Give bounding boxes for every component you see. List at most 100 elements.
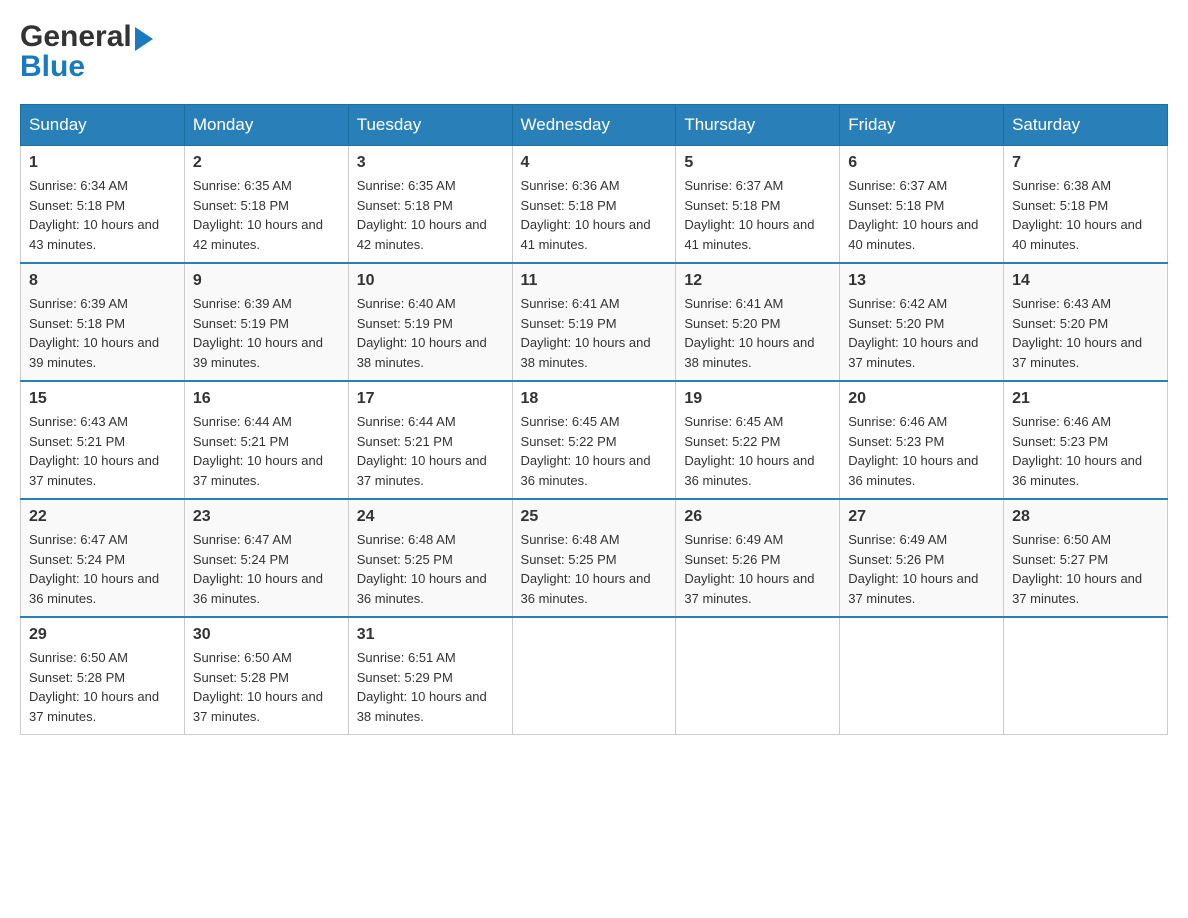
calendar-day-cell: 12 Sunrise: 6:41 AM Sunset: 5:20 PM Dayl… (676, 263, 840, 381)
day-info: Sunrise: 6:46 AM Sunset: 5:23 PM Dayligh… (848, 412, 995, 490)
logo-blue-text: Blue (20, 50, 85, 83)
day-info: Sunrise: 6:50 AM Sunset: 5:28 PM Dayligh… (29, 648, 176, 726)
day-number: 4 (521, 154, 668, 172)
calendar-day-cell: 13 Sunrise: 6:42 AM Sunset: 5:20 PM Dayl… (840, 263, 1004, 381)
calendar-table: SundayMondayTuesdayWednesdayThursdayFrid… (20, 104, 1168, 735)
day-number: 11 (521, 272, 668, 290)
day-number: 16 (193, 390, 340, 408)
calendar-day-cell: 26 Sunrise: 6:49 AM Sunset: 5:26 PM Dayl… (676, 499, 840, 617)
calendar-day-cell: 16 Sunrise: 6:44 AM Sunset: 5:21 PM Dayl… (184, 381, 348, 499)
calendar-day-cell: 25 Sunrise: 6:48 AM Sunset: 5:25 PM Dayl… (512, 499, 676, 617)
calendar-week-row: 1 Sunrise: 6:34 AM Sunset: 5:18 PM Dayli… (21, 146, 1168, 264)
day-number: 3 (357, 154, 504, 172)
day-info: Sunrise: 6:50 AM Sunset: 5:28 PM Dayligh… (193, 648, 340, 726)
day-number: 6 (848, 154, 995, 172)
day-info: Sunrise: 6:45 AM Sunset: 5:22 PM Dayligh… (521, 412, 668, 490)
calendar-day-cell: 20 Sunrise: 6:46 AM Sunset: 5:23 PM Dayl… (840, 381, 1004, 499)
day-info: Sunrise: 6:49 AM Sunset: 5:26 PM Dayligh… (684, 530, 831, 608)
day-info: Sunrise: 6:36 AM Sunset: 5:18 PM Dayligh… (521, 176, 668, 254)
day-info: Sunrise: 6:40 AM Sunset: 5:19 PM Dayligh… (357, 294, 504, 372)
logo-arrow-icon (135, 27, 153, 51)
calendar-day-cell (512, 617, 676, 735)
calendar-day-cell: 14 Sunrise: 6:43 AM Sunset: 5:20 PM Dayl… (1004, 263, 1168, 381)
calendar-day-cell: 9 Sunrise: 6:39 AM Sunset: 5:19 PM Dayli… (184, 263, 348, 381)
calendar-week-row: 8 Sunrise: 6:39 AM Sunset: 5:18 PM Dayli… (21, 263, 1168, 381)
calendar-header-saturday: Saturday (1004, 105, 1168, 146)
logo: General Blue (20, 20, 153, 84)
day-number: 8 (29, 272, 176, 290)
day-info: Sunrise: 6:43 AM Sunset: 5:21 PM Dayligh… (29, 412, 176, 490)
day-number: 22 (29, 508, 176, 526)
calendar-day-cell: 6 Sunrise: 6:37 AM Sunset: 5:18 PM Dayli… (840, 146, 1004, 264)
calendar-week-row: 15 Sunrise: 6:43 AM Sunset: 5:21 PM Dayl… (21, 381, 1168, 499)
calendar-day-cell: 17 Sunrise: 6:44 AM Sunset: 5:21 PM Dayl… (348, 381, 512, 499)
calendar-header-sunday: Sunday (21, 105, 185, 146)
day-number: 29 (29, 626, 176, 644)
day-number: 10 (357, 272, 504, 290)
calendar-header-tuesday: Tuesday (348, 105, 512, 146)
day-info: Sunrise: 6:41 AM Sunset: 5:20 PM Dayligh… (684, 294, 831, 372)
calendar-day-cell: 8 Sunrise: 6:39 AM Sunset: 5:18 PM Dayli… (21, 263, 185, 381)
day-number: 24 (357, 508, 504, 526)
calendar-day-cell: 22 Sunrise: 6:47 AM Sunset: 5:24 PM Dayl… (21, 499, 185, 617)
day-info: Sunrise: 6:45 AM Sunset: 5:22 PM Dayligh… (684, 412, 831, 490)
calendar-day-cell: 1 Sunrise: 6:34 AM Sunset: 5:18 PM Dayli… (21, 146, 185, 264)
day-number: 7 (1012, 154, 1159, 172)
day-info: Sunrise: 6:51 AM Sunset: 5:29 PM Dayligh… (357, 648, 504, 726)
day-info: Sunrise: 6:38 AM Sunset: 5:18 PM Dayligh… (1012, 176, 1159, 254)
day-info: Sunrise: 6:34 AM Sunset: 5:18 PM Dayligh… (29, 176, 176, 254)
calendar-day-cell: 7 Sunrise: 6:38 AM Sunset: 5:18 PM Dayli… (1004, 146, 1168, 264)
day-info: Sunrise: 6:39 AM Sunset: 5:19 PM Dayligh… (193, 294, 340, 372)
day-number: 14 (1012, 272, 1159, 290)
calendar-day-cell (1004, 617, 1168, 735)
day-info: Sunrise: 6:48 AM Sunset: 5:25 PM Dayligh… (357, 530, 504, 608)
day-info: Sunrise: 6:48 AM Sunset: 5:25 PM Dayligh… (521, 530, 668, 608)
calendar-week-row: 22 Sunrise: 6:47 AM Sunset: 5:24 PM Dayl… (21, 499, 1168, 617)
day-info: Sunrise: 6:41 AM Sunset: 5:19 PM Dayligh… (521, 294, 668, 372)
calendar-day-cell: 4 Sunrise: 6:36 AM Sunset: 5:18 PM Dayli… (512, 146, 676, 264)
day-number: 19 (684, 390, 831, 408)
calendar-header-thursday: Thursday (676, 105, 840, 146)
day-number: 2 (193, 154, 340, 172)
day-number: 26 (684, 508, 831, 526)
day-number: 12 (684, 272, 831, 290)
day-number: 20 (848, 390, 995, 408)
calendar-day-cell: 31 Sunrise: 6:51 AM Sunset: 5:29 PM Dayl… (348, 617, 512, 735)
calendar-header-friday: Friday (840, 105, 1004, 146)
day-info: Sunrise: 6:47 AM Sunset: 5:24 PM Dayligh… (193, 530, 340, 608)
calendar-day-cell: 5 Sunrise: 6:37 AM Sunset: 5:18 PM Dayli… (676, 146, 840, 264)
calendar-day-cell: 2 Sunrise: 6:35 AM Sunset: 5:18 PM Dayli… (184, 146, 348, 264)
day-number: 18 (521, 390, 668, 408)
day-info: Sunrise: 6:46 AM Sunset: 5:23 PM Dayligh… (1012, 412, 1159, 490)
day-info: Sunrise: 6:35 AM Sunset: 5:18 PM Dayligh… (193, 176, 340, 254)
calendar-day-cell: 11 Sunrise: 6:41 AM Sunset: 5:19 PM Dayl… (512, 263, 676, 381)
day-number: 13 (848, 272, 995, 290)
day-info: Sunrise: 6:43 AM Sunset: 5:20 PM Dayligh… (1012, 294, 1159, 372)
day-number: 15 (29, 390, 176, 408)
day-info: Sunrise: 6:44 AM Sunset: 5:21 PM Dayligh… (193, 412, 340, 490)
day-number: 23 (193, 508, 340, 526)
day-info: Sunrise: 6:35 AM Sunset: 5:18 PM Dayligh… (357, 176, 504, 254)
calendar-day-cell: 30 Sunrise: 6:50 AM Sunset: 5:28 PM Dayl… (184, 617, 348, 735)
day-number: 30 (193, 626, 340, 644)
day-info: Sunrise: 6:37 AM Sunset: 5:18 PM Dayligh… (848, 176, 995, 254)
calendar-header-monday: Monday (184, 105, 348, 146)
calendar-day-cell: 27 Sunrise: 6:49 AM Sunset: 5:26 PM Dayl… (840, 499, 1004, 617)
calendar-day-cell: 18 Sunrise: 6:45 AM Sunset: 5:22 PM Dayl… (512, 381, 676, 499)
day-number: 9 (193, 272, 340, 290)
calendar-day-cell: 3 Sunrise: 6:35 AM Sunset: 5:18 PM Dayli… (348, 146, 512, 264)
calendar-header-wednesday: Wednesday (512, 105, 676, 146)
calendar-day-cell: 24 Sunrise: 6:48 AM Sunset: 5:25 PM Dayl… (348, 499, 512, 617)
day-number: 27 (848, 508, 995, 526)
day-number: 17 (357, 390, 504, 408)
calendar-header-row: SundayMondayTuesdayWednesdayThursdayFrid… (21, 105, 1168, 146)
day-number: 25 (521, 508, 668, 526)
calendar-day-cell (840, 617, 1004, 735)
calendar-day-cell (676, 617, 840, 735)
page-header: General Blue (20, 20, 1168, 84)
calendar-day-cell: 28 Sunrise: 6:50 AM Sunset: 5:27 PM Dayl… (1004, 499, 1168, 617)
day-info: Sunrise: 6:49 AM Sunset: 5:26 PM Dayligh… (848, 530, 995, 608)
day-info: Sunrise: 6:47 AM Sunset: 5:24 PM Dayligh… (29, 530, 176, 608)
logo-row2: Blue (20, 50, 85, 84)
calendar-day-cell: 15 Sunrise: 6:43 AM Sunset: 5:21 PM Dayl… (21, 381, 185, 499)
